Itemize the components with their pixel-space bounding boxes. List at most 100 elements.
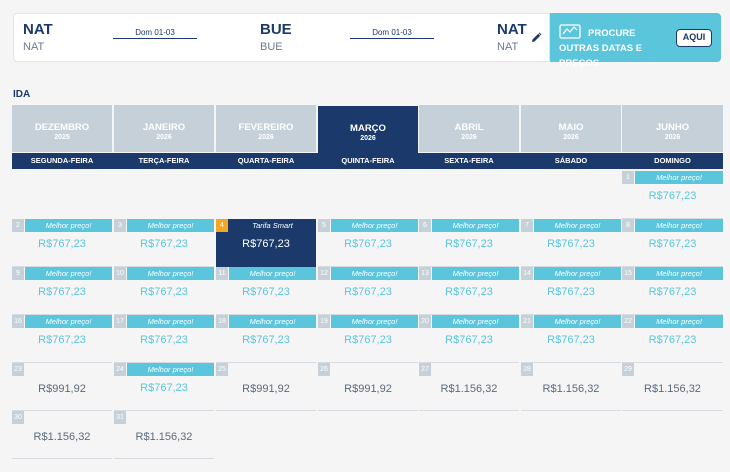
day-price: R$767,23 bbox=[445, 334, 493, 346]
day-price: R$767,23 bbox=[445, 286, 493, 298]
month-name: ABRIL bbox=[454, 122, 484, 133]
origin-name: NAT bbox=[23, 41, 45, 53]
best-price-badge: Melhor preço! bbox=[534, 219, 621, 232]
calendar-day-cell[interactable]: 30 R$1.156,32 bbox=[12, 411, 112, 459]
day-number: 22 bbox=[622, 315, 634, 328]
calendar-day-cell[interactable]: 14 Melhor preço! R$767,23 bbox=[521, 267, 621, 315]
best-price-badge: Melhor preço! bbox=[635, 219, 723, 232]
month-tab-maio[interactable]: MAIO 2026 bbox=[521, 105, 621, 152]
best-price-badge: Melhor preço! bbox=[229, 267, 316, 280]
day-price: R$1.156,32 bbox=[644, 383, 701, 395]
day-number: 28 bbox=[521, 363, 533, 376]
month-tab-abril[interactable]: ABRIL 2026 bbox=[419, 105, 519, 152]
day-price: R$767,23 bbox=[547, 286, 595, 298]
calendar-day-cell[interactable]: 24 Melhor preço! R$767,23 bbox=[114, 363, 214, 411]
calendar-day-cell[interactable]: 6 Melhor preço! R$767,23 bbox=[419, 219, 519, 267]
day-number: 11 bbox=[216, 267, 228, 280]
calendar-day-cell[interactable]: 15 Melhor preço! R$767,23 bbox=[622, 267, 723, 315]
calendar-day-cell[interactable]: 22 Melhor preço! R$767,23 bbox=[622, 315, 723, 363]
calendar-day-cell[interactable]: 16 Melhor preço! R$767,23 bbox=[12, 315, 112, 363]
calendar-day-cell[interactable]: 2 Melhor preço! R$767,23 bbox=[12, 219, 112, 267]
day-number: 18 bbox=[216, 315, 228, 328]
day-number: 13 bbox=[419, 267, 431, 280]
calendar-day-cell[interactable]: 23 R$991,92 bbox=[12, 363, 112, 411]
calendar-day-cell[interactable]: 5 Melhor preço! R$767,23 bbox=[318, 219, 418, 267]
calendar-day-cell[interactable]: 28 R$1.156,32 bbox=[521, 363, 621, 411]
promo-aqui-button[interactable]: AQUI bbox=[676, 29, 712, 47]
best-price-badge: Melhor preço! bbox=[25, 267, 112, 280]
best-price-badge: Melhor preço! bbox=[331, 219, 418, 232]
calendar-day-cell[interactable]: 17 Melhor preço! R$767,23 bbox=[114, 315, 214, 363]
calendar-day-cell[interactable]: 29 R$1.156,32 bbox=[622, 363, 723, 411]
day-number: 24 bbox=[114, 363, 126, 376]
calendar-day-cell[interactable]: 21 Melhor preço! R$767,23 bbox=[521, 315, 621, 363]
calendar-day-cell[interactable]: 19 Melhor preço! R$767,23 bbox=[318, 315, 418, 363]
month-tab-março[interactable]: MARÇO 2026 bbox=[318, 106, 418, 153]
best-price-badge: Melhor preço! bbox=[331, 315, 418, 328]
month-year: 2026 bbox=[156, 134, 172, 141]
calendar-day-cell[interactable]: 26 R$991,92 bbox=[318, 363, 418, 411]
day-price: R$767,23 bbox=[242, 286, 290, 298]
weekday-label: TERÇA-FEIRA bbox=[138, 156, 190, 165]
month-tab-dezembro[interactable]: DEZEMBRO 2025 bbox=[12, 105, 112, 152]
day-number: 3 bbox=[114, 219, 126, 232]
day-price: R$767,23 bbox=[140, 334, 188, 346]
weekday-label: SÁBADO bbox=[554, 156, 588, 165]
calendar-day-cell[interactable]: 1 Melhor preço! R$767,23 bbox=[622, 171, 723, 219]
day-price: R$767,23 bbox=[242, 334, 290, 346]
calendar-day-cell[interactable]: 4 Tarifa Smart R$767,23 bbox=[216, 219, 316, 267]
weekday-label: SEXTA-FEIRA bbox=[444, 156, 494, 165]
weekday-label: QUARTA-FEIRA bbox=[237, 156, 295, 165]
destination-code: BUE bbox=[260, 21, 292, 38]
calendar-day-cell[interactable]: 31 R$1.156,32 bbox=[114, 411, 214, 459]
month-tab-fevereiro[interactable]: FEVEREIRO 2026 bbox=[216, 105, 316, 152]
month-name: DEZEMBRO bbox=[34, 122, 90, 133]
cell-divider bbox=[521, 410, 621, 411]
weekday-label: SEGUNDA-FEIRA bbox=[30, 156, 94, 165]
day-price: R$767,23 bbox=[547, 334, 595, 346]
calendar-day-cell[interactable]: 13 Melhor preço! R$767,23 bbox=[419, 267, 519, 315]
month-year: 2026 bbox=[258, 134, 274, 141]
day-number: 9 bbox=[12, 267, 24, 280]
day-price: R$1.156,32 bbox=[542, 383, 600, 395]
day-price: R$1.156,32 bbox=[135, 431, 193, 443]
edit-pencil-icon[interactable] bbox=[531, 31, 543, 43]
calendar-day-cell[interactable]: 11 Melhor preço! R$767,23 bbox=[216, 267, 316, 315]
origin-city: NAT NAT bbox=[23, 21, 53, 54]
calendar-day-cell[interactable]: 12 Melhor preço! R$767,23 bbox=[318, 267, 418, 315]
month-tab-junho[interactable]: JUNHO 2026 bbox=[622, 105, 723, 152]
month-name: MAIO bbox=[558, 122, 584, 133]
day-price: R$767,23 bbox=[547, 238, 595, 250]
calendar-day-cell[interactable]: 20 Melhor preço! R$767,23 bbox=[419, 315, 519, 363]
day-number: 5 bbox=[318, 219, 330, 232]
calendar-day-cell[interactable]: 3 Melhor preço! R$767,23 bbox=[114, 219, 214, 267]
month-year: 2025 bbox=[54, 134, 70, 141]
calendar-day-cell[interactable]: 10 Melhor preço! R$767,23 bbox=[114, 267, 214, 315]
day-number: 16 bbox=[12, 315, 24, 328]
month-name: JANEIRO bbox=[142, 122, 186, 133]
outbound-date-field[interactable]: Dom 01-03 bbox=[113, 28, 197, 39]
calendar-day-cell[interactable]: 7 Melhor preço! R$767,23 bbox=[521, 219, 621, 267]
month-tab-janeiro[interactable]: JANEIRO 2026 bbox=[114, 105, 214, 152]
calendar-day-cell[interactable]: 25 R$991,92 bbox=[216, 363, 316, 411]
best-price-badge: Melhor preço! bbox=[25, 315, 112, 328]
return-date-field[interactable]: Dom 01-03 bbox=[350, 28, 434, 39]
month-year: 2026 bbox=[563, 134, 579, 141]
day-price: R$991,92 bbox=[242, 383, 290, 395]
calendar-day-cell[interactable]: 18 Melhor preço! R$767,23 bbox=[216, 315, 316, 363]
calendar-day-cell[interactable]: 8 Melhor preço! R$767,23 bbox=[622, 219, 723, 267]
best-price-badge: Melhor preço! bbox=[432, 219, 519, 232]
day-number: 7 bbox=[521, 219, 533, 232]
destination-name: BUE bbox=[260, 41, 283, 53]
day-number: 30 bbox=[12, 411, 24, 424]
day-number: 25 bbox=[216, 363, 228, 376]
calendar-day-cell[interactable]: 27 R$1.156,32 bbox=[419, 363, 519, 411]
search-other-dates-banner[interactable]: PROCURE OUTRAS DATAS E PREÇOS AQUI bbox=[550, 13, 721, 69]
search-summary-card: NAT NAT Dom 01-03 BUE BUE Dom 01-03 NAT … bbox=[13, 13, 550, 62]
month-name: JUNHO bbox=[655, 122, 690, 133]
calendar-day-cell[interactable]: 9 Melhor preço! R$767,23 bbox=[12, 267, 112, 315]
day-number: 20 bbox=[419, 315, 431, 328]
best-price-badge: Melhor preço! bbox=[127, 267, 214, 280]
day-number: 2 bbox=[12, 219, 24, 232]
origin-code: NAT bbox=[23, 21, 53, 38]
